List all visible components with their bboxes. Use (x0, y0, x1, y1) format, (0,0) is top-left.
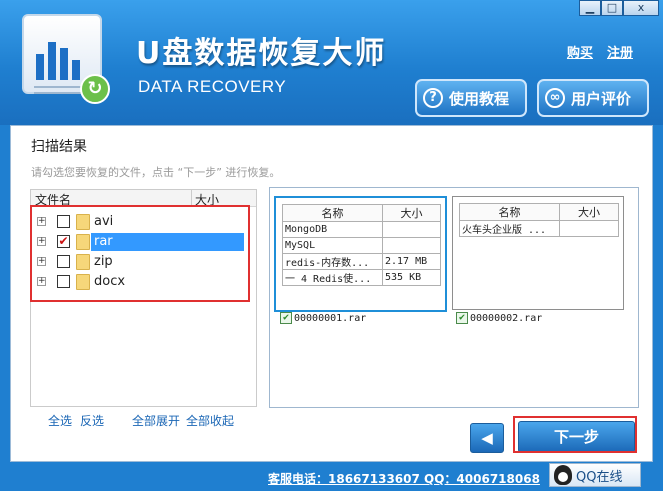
table-row: 火车头企业版 ... (459, 220, 619, 237)
highlight-box (30, 205, 250, 302)
back-button[interactable]: ◀ (470, 423, 504, 453)
select-all-link[interactable]: 全选 (48, 412, 72, 429)
entry-name: redis-内存数... (282, 253, 383, 270)
question-icon: ? (423, 88, 443, 108)
archive-card-2[interactable]: 名称 大小 火车头企业版 ... (452, 196, 624, 310)
entry-size (559, 220, 619, 237)
invert-selection-link[interactable]: 反选 (80, 412, 104, 429)
entry-size (382, 237, 441, 254)
archive-filename: 00000002.rar (470, 312, 543, 324)
column-size: 大小 (382, 204, 441, 222)
column-name: 名称 (282, 204, 383, 222)
entry-size: 2.17 MB (382, 253, 441, 270)
entry-name: MySQL (282, 237, 383, 254)
tutorial-button-label: 使用教程 (449, 89, 510, 108)
archive-card-1[interactable]: 名称 大小 MongoDB MySQL redis-内存数... 2.17 MB… (274, 196, 447, 312)
minimize-button[interactable]: ▁ (579, 0, 601, 16)
table-row: redis-内存数... 2.17 MB (282, 253, 441, 270)
entry-size (382, 221, 441, 238)
app-title: U盘数据恢复大师 (136, 36, 387, 71)
review-button-label: 用户评价 (571, 89, 632, 108)
window-controls: ▁ □ x (579, 0, 659, 16)
maximize-button[interactable]: □ (601, 0, 623, 16)
archive-table-1: 名称 大小 MongoDB MySQL redis-内存数... 2.17 MB… (282, 204, 441, 286)
archive-check-1[interactable]: ✔ 00000001.rar (280, 312, 366, 324)
entry-name: MongoDB (282, 221, 383, 238)
archive-table-2: 名称 大小 火车头企业版 ... (459, 203, 619, 237)
archive-filename: 00000001.rar (294, 312, 367, 324)
checkbox-checked-icon[interactable]: ✔ (280, 312, 292, 324)
checkbox-checked-icon[interactable]: ✔ (456, 312, 468, 324)
table-row: MySQL (282, 237, 441, 254)
review-button[interactable]: ∞ 用户评价 (537, 79, 649, 117)
column-size: 大小 (559, 203, 619, 221)
entry-name: 火车头企业版 ... (459, 220, 560, 237)
app-logo-icon: ↻ (22, 14, 112, 106)
archive-preview-area: 名称 大小 MongoDB MySQL redis-内存数... 2.17 MB… (269, 187, 639, 408)
archive-check-2[interactable]: ✔ 00000002.rar (456, 312, 542, 324)
highlight-box (513, 416, 637, 453)
top-links: 购买 注册 (567, 42, 633, 61)
entry-size: 535 KB (382, 269, 441, 286)
app-header: ↻ U盘数据恢复大师 DATA RECOVERY ▁ □ x 购买 注册 ? 使… (0, 0, 663, 125)
app-subtitle: DATA RECOVERY (138, 77, 287, 96)
close-button[interactable]: x (623, 0, 659, 16)
entry-name: 一 4 Redis使... (282, 269, 383, 286)
link-icon: ∞ (545, 88, 565, 108)
table-row: MongoDB (282, 221, 441, 238)
qq-online-button[interactable]: QQ在线 (549, 463, 641, 487)
panel-title: 扫描结果 (31, 139, 87, 155)
tutorial-button[interactable]: ? 使用教程 (415, 79, 527, 117)
contact-info: 客服电话：18667133607 QQ：4006718068 (268, 472, 540, 486)
qq-online-label: QQ在线 (576, 469, 623, 485)
column-name: 名称 (459, 203, 560, 221)
refresh-icon: ↻ (80, 74, 110, 104)
table-row: 一 4 Redis使... 535 KB (282, 269, 441, 286)
expand-all-link[interactable]: 全部展开 (132, 412, 180, 429)
collapse-all-link[interactable]: 全部收起 (186, 412, 234, 429)
register-link[interactable]: 注册 (607, 42, 633, 61)
panel-hint: 请勾选您要恢复的文件，点击 “下一步” 进行恢复。 (31, 166, 281, 179)
qq-penguin-icon (554, 465, 572, 485)
buy-link[interactable]: 购买 (567, 42, 593, 61)
